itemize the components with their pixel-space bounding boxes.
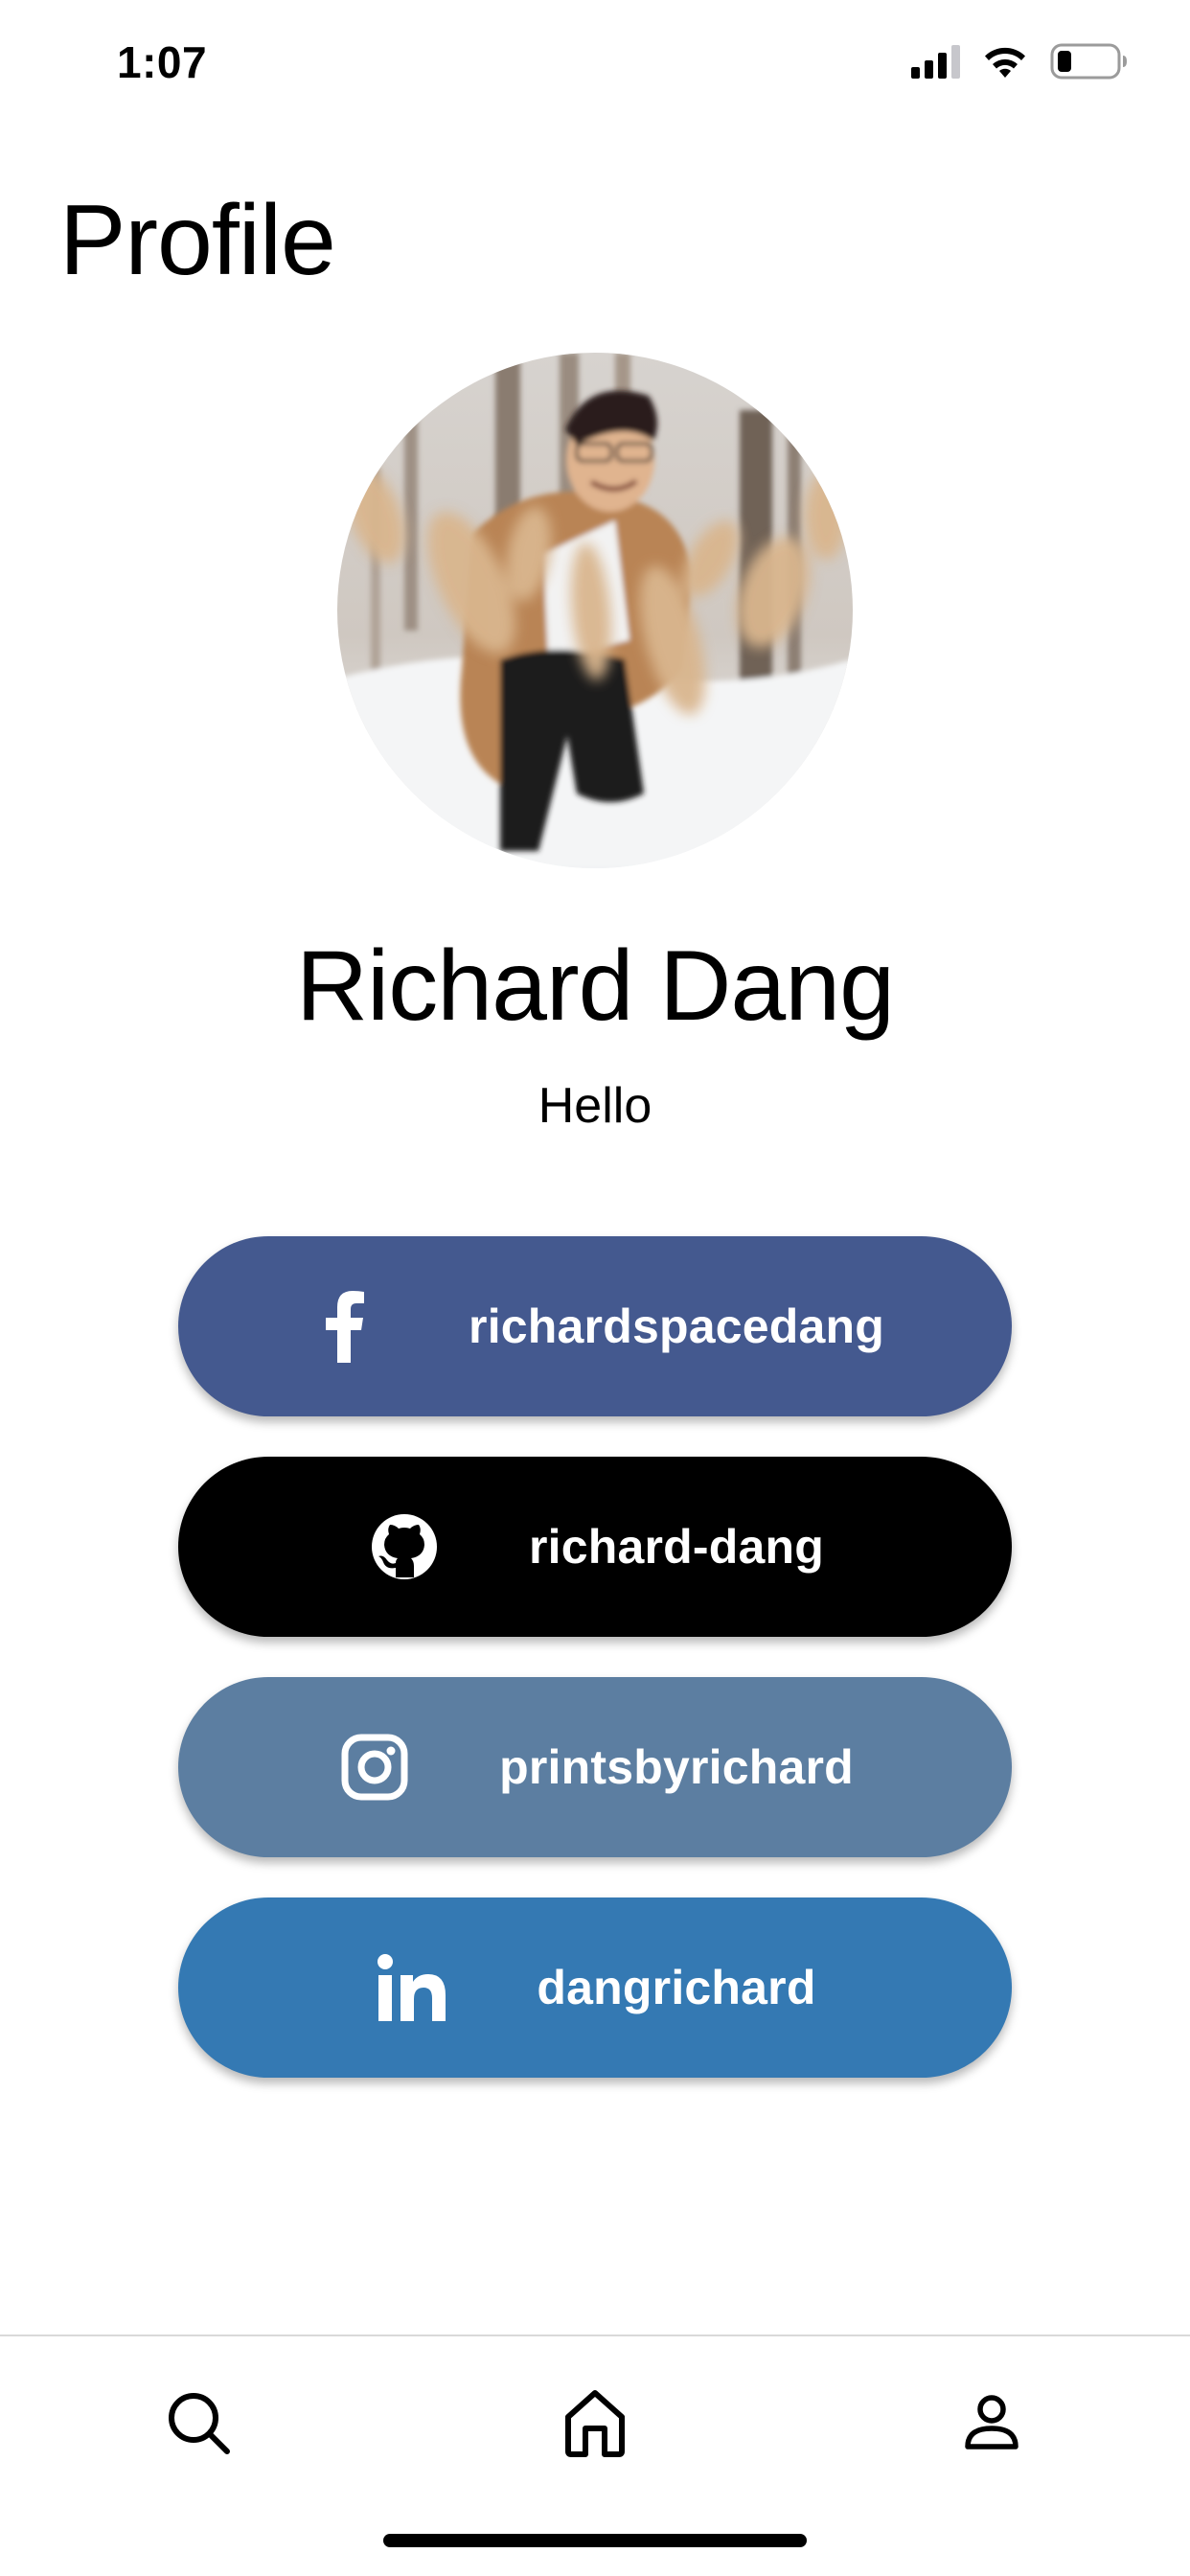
battery-icon <box>1050 43 1127 80</box>
profile-screen: 1:07 Profile Richard Dang Hello richards… <box>0 0 1190 2576</box>
status-bar: 1:07 <box>0 0 1190 125</box>
avatar-photo <box>337 353 853 868</box>
facebook-icon <box>306 1288 382 1365</box>
wifi-icon <box>985 47 1025 78</box>
linkedin-username: dangrichard <box>537 1961 816 2014</box>
github-icon <box>366 1508 443 1585</box>
linkedin-icon <box>374 1949 450 2026</box>
profile-name: Richard Dang <box>296 931 895 1042</box>
instagram-button[interactable]: printsbyrichard <box>178 1677 1012 1857</box>
tab-profile[interactable] <box>944 2375 1040 2471</box>
home-icon <box>565 2390 625 2457</box>
home-indicator[interactable] <box>383 2534 807 2547</box>
tab-search[interactable] <box>150 2375 246 2471</box>
search-icon <box>169 2393 230 2454</box>
profile-bio: Hello <box>538 1078 652 1134</box>
instagram-icon <box>336 1729 413 1806</box>
facebook-username: richardspacedang <box>469 1300 884 1353</box>
tab-home[interactable] <box>547 2375 643 2471</box>
status-time: 1:07 <box>117 37 208 87</box>
github-button[interactable]: richard-dang <box>178 1457 1012 1637</box>
status-icons <box>911 42 1129 80</box>
cellular-signal-icon <box>911 44 960 79</box>
linkedin-button[interactable]: dangrichard <box>178 1898 1012 2078</box>
instagram-username: printsbyrichard <box>499 1740 854 1794</box>
page-title: Profile <box>59 185 336 296</box>
facebook-button[interactable]: richardspacedang <box>178 1236 1012 1416</box>
person-icon <box>965 2395 1018 2450</box>
avatar[interactable] <box>337 353 853 868</box>
github-username: richard-dang <box>529 1520 824 1574</box>
